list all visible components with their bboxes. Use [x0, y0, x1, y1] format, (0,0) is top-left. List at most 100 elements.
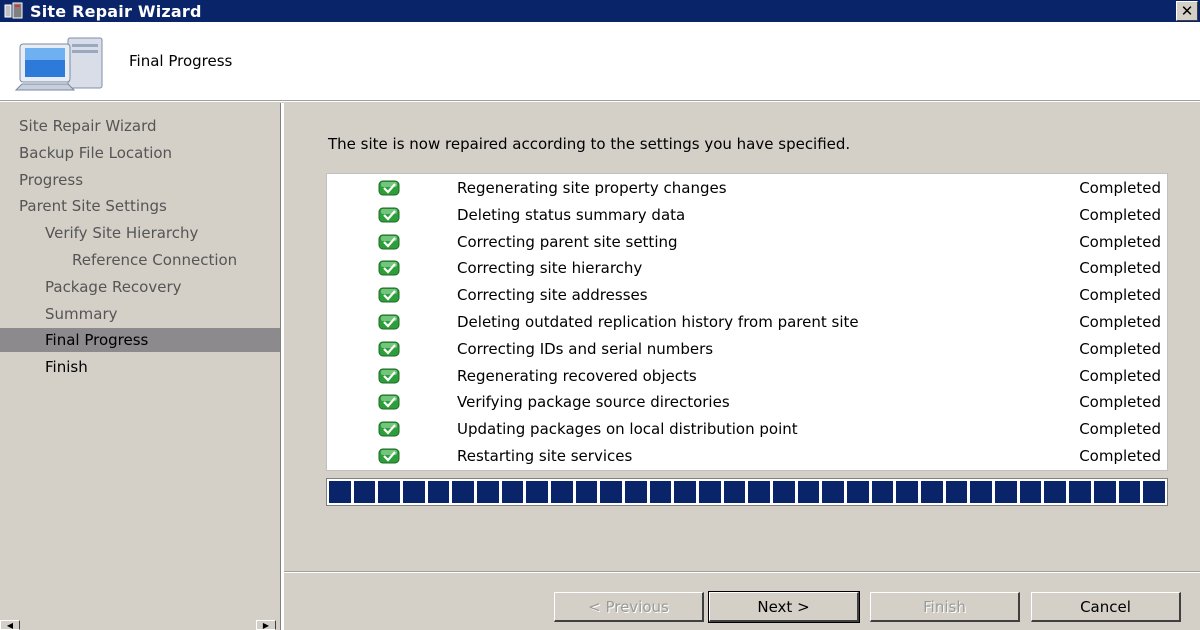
task-row: Regenerating recovered objects Completed [327, 363, 1167, 390]
check-icon [378, 234, 400, 250]
progress-chunk [551, 481, 573, 503]
check-icon [378, 448, 400, 464]
task-status: Completed [1079, 420, 1161, 439]
task-name: Deleting status summary data [457, 205, 686, 224]
progress-chunk [970, 481, 993, 503]
progress-chunk [649, 481, 672, 503]
task-status: Completed [1079, 393, 1161, 412]
sidebar-item: Site Repair Wizard [19, 117, 157, 135]
check-icon [378, 368, 400, 384]
progress-chunk [1143, 481, 1165, 503]
header-divider [0, 100, 1200, 102]
finish-button[interactable]: Finish [870, 592, 1020, 622]
task-name: Correcting parent site setting [457, 232, 678, 251]
task-row: Updating packages on local distribution … [327, 416, 1167, 443]
progress-chunk [1044, 481, 1067, 503]
task-row: Verifying package source directories Comp… [327, 389, 1167, 416]
progress-fill [329, 481, 1165, 503]
page-title: Final Progress [129, 52, 233, 70]
task-status: Completed [1079, 205, 1161, 224]
sidebar-item: Package Recovery [45, 277, 182, 296]
check-icon [378, 394, 400, 410]
progress-chunk [378, 481, 401, 503]
progress-chunk [674, 481, 697, 503]
task-status: Completed [1079, 366, 1161, 385]
task-name: Correcting site hierarchy [457, 259, 643, 278]
progress-chunk [625, 481, 647, 503]
sidebar-scrollbar[interactable]: ◀ ▶ [0, 620, 280, 630]
task-row: Deleting outdated replication history fr… [327, 309, 1167, 336]
check-icon [378, 180, 400, 196]
progress-chunk [1093, 481, 1116, 503]
task-status: Completed [1079, 313, 1161, 331]
progress-chunk [797, 481, 820, 503]
task-name: Correcting site addresses [457, 286, 648, 305]
progress-chunk [995, 481, 1017, 503]
task-name: Verifying package source directories [457, 393, 730, 412]
progress-chunk [575, 481, 598, 503]
task-name: Correcting IDs and serial numbers [457, 339, 714, 358]
check-icon [378, 314, 400, 330]
task-row: Correcting IDs and serial numbers Complet… [327, 336, 1167, 363]
progress-chunk [1118, 481, 1141, 503]
progress-chunk [847, 481, 869, 503]
close-button[interactable]: ✕ [1176, 1, 1198, 21]
progress-chunk [822, 481, 845, 503]
check-icon [378, 260, 400, 276]
sidebar-item: Parent Site Settings [19, 197, 167, 216]
sidebar-item: Reference Connection [72, 251, 238, 269]
sidebar-item: Final Progress [0, 328, 280, 353]
computer-icon [12, 32, 108, 96]
progress-chunk [773, 481, 795, 503]
progress-chunk [329, 481, 351, 503]
title-bar: Site Repair Wizard ✕ [0, 0, 1200, 22]
check-icon [378, 207, 400, 223]
task-row: Regenerating site property changes Comple… [327, 175, 1167, 202]
task-row: Restarting site services Completed [327, 443, 1167, 470]
task-name: Regenerating site property changes [457, 179, 727, 197]
check-icon [378, 421, 400, 437]
next-button[interactable]: Next > [708, 591, 860, 623]
progress-chunk [921, 481, 943, 503]
progress-chunk [526, 481, 549, 503]
progress-chunk [723, 481, 746, 503]
progress-chunk [353, 481, 376, 503]
footer-divider [284, 571, 1200, 573]
cancel-button[interactable]: Cancel [1031, 592, 1181, 622]
progress-bar [326, 478, 1168, 506]
sidebar-item: Finish [45, 358, 88, 377]
sidebar-item: Summary [45, 304, 118, 323]
task-status: Completed [1079, 259, 1161, 278]
task-name: Regenerating recovered objects [457, 366, 697, 385]
sidebar-item: Verify Site Hierarchy [45, 224, 199, 243]
progress-chunk [452, 481, 475, 503]
progress-chunk [477, 481, 499, 503]
progress-chunk [600, 481, 623, 503]
progress-chunk [501, 481, 524, 503]
previous-button[interactable]: < Previous [554, 592, 704, 622]
task-row: Correcting parent site setting Completed [327, 229, 1167, 256]
task-row: Deleting status summary data Completed [327, 202, 1167, 229]
progress-chunk [699, 481, 721, 503]
main-panel: The site is now repaired according to th… [284, 103, 1200, 630]
progress-chunk [896, 481, 919, 503]
task-row: Correcting site addresses Completed [327, 282, 1167, 309]
task-name: Updating packages on local distribution … [457, 420, 798, 439]
scroll-right-icon[interactable]: ▶ [256, 620, 276, 630]
window-title: Site Repair Wizard [30, 1, 202, 21]
wizard-steps-sidebar: Site Repair Wizard Backup File Location Pr… [0, 103, 280, 630]
wizard-header: Final Progress [0, 22, 1200, 100]
task-status: Completed [1079, 179, 1161, 197]
intro-text: The site is now repaired according to th… [328, 135, 851, 153]
sidebar-item: Progress [19, 170, 84, 189]
progress-chunk [403, 481, 425, 503]
scroll-left-icon[interactable]: ◀ [0, 620, 20, 630]
app-icon [4, 1, 26, 21]
task-name: Deleting outdated replication history fr… [457, 313, 859, 331]
task-name: Restarting site services [457, 447, 633, 465]
progress-chunk [945, 481, 968, 503]
check-icon [378, 341, 400, 357]
task-status: Completed [1079, 447, 1161, 465]
progress-chunk [748, 481, 771, 503]
progress-chunk [427, 481, 450, 503]
